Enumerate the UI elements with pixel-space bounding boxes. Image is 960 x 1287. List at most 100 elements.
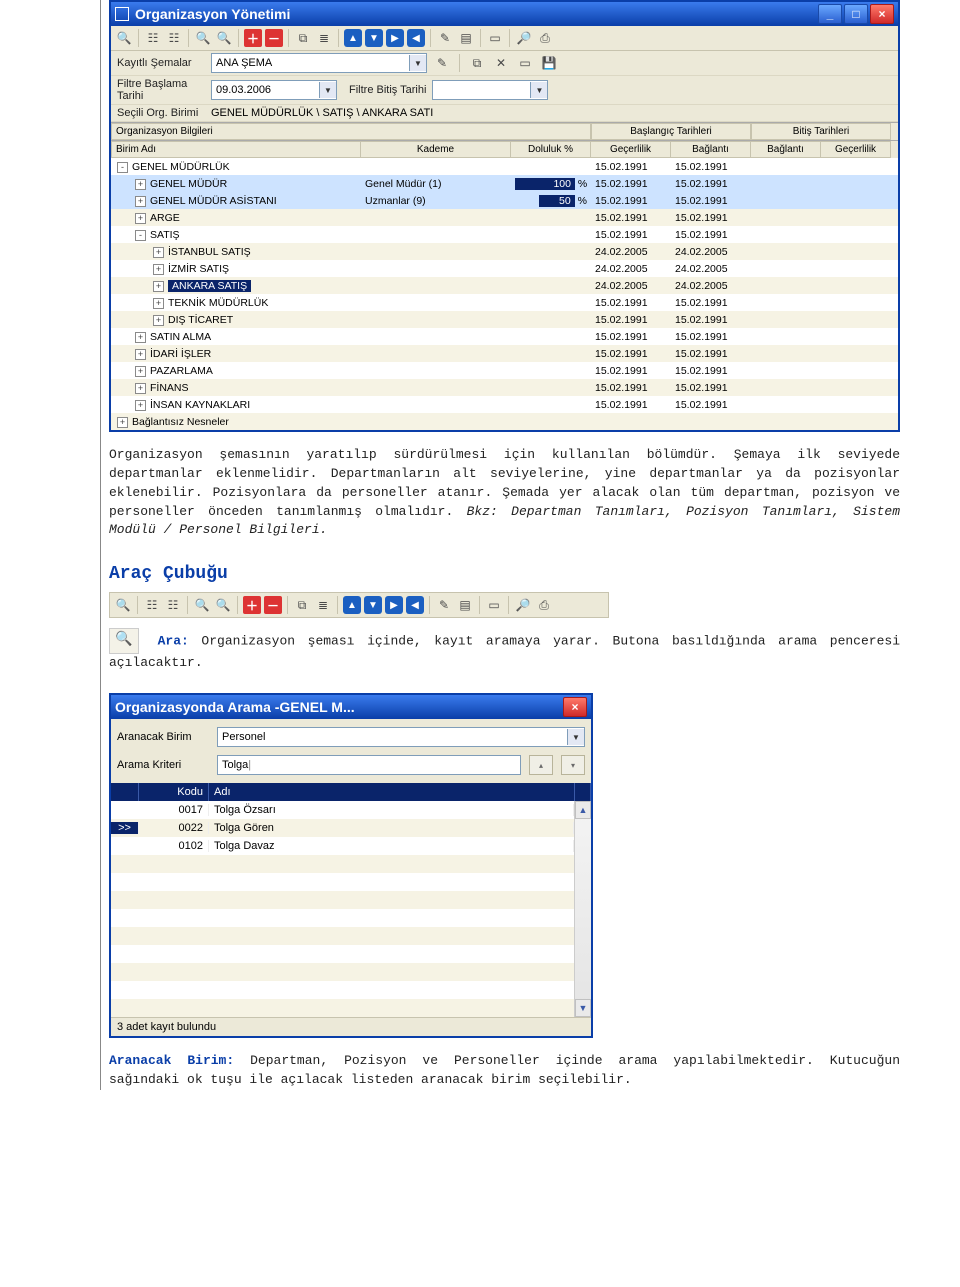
tree-icon[interactable]: ☷ — [144, 29, 162, 47]
copy-icon[interactable]: ⧉ — [294, 29, 312, 47]
nav-right-icon: ▶ — [385, 596, 403, 614]
table-row[interactable] — [111, 981, 574, 999]
edit-icon[interactable]: ✎ — [436, 29, 454, 47]
table-row[interactable]: +İNSAN KAYNAKLARI15.02.199115.02.1991 — [111, 396, 898, 413]
print-icon[interactable]: ⎙ — [536, 29, 554, 47]
close-button[interactable]: × — [563, 697, 587, 717]
col-gecerlilik2[interactable]: Geçerlilik — [821, 141, 891, 158]
table-row[interactable]: +TEKNİK MÜDÜRLÜK15.02.199115.02.1991 — [111, 294, 898, 311]
find-icon[interactable]: 🔎 — [515, 29, 533, 47]
results-body[interactable]: 0017Tolga Özsarı>>0022Tolga Gören0102Tol… — [111, 801, 591, 1017]
sort-desc-button[interactable]: ▾ — [561, 755, 585, 775]
list-icon[interactable]: ≣ — [315, 29, 333, 47]
titlebar[interactable]: Organizasyonda Arama -GENEL M... × — [111, 695, 591, 719]
table-row[interactable] — [111, 855, 574, 873]
table-row[interactable]: 0102Tolga Davaz — [111, 837, 574, 855]
table-row[interactable]: +GENEL MÜDÜR ASİSTANIUzmanlar (9)50 %15.… — [111, 192, 898, 209]
sort-asc-button[interactable]: ▴ — [529, 755, 553, 775]
new-window-icon[interactable]: ▭ — [516, 54, 534, 72]
expand-icon[interactable]: + — [135, 400, 146, 411]
nav-up-button[interactable]: ▲ — [344, 29, 362, 47]
search-icon: 🔍 — [109, 628, 139, 654]
zoom-out-icon[interactable]: 🔍 — [215, 29, 233, 47]
table-row[interactable]: >>0022Tolga Gören — [111, 819, 574, 837]
expand-icon[interactable]: + — [135, 349, 146, 360]
expand-icon[interactable]: - — [135, 230, 146, 241]
schema-select[interactable]: ANA ŞEMA▼ — [211, 53, 427, 73]
table-row[interactable]: +ARGE15.02.199115.02.1991 — [111, 209, 898, 226]
table-row[interactable] — [111, 945, 574, 963]
scroll-down-icon[interactable]: ▼ — [575, 999, 591, 1017]
col-kademe[interactable]: Kademe — [361, 141, 511, 158]
expand-icon[interactable]: + — [135, 366, 146, 377]
expand-icon[interactable]: + — [135, 213, 146, 224]
nav-down-button[interactable]: ▼ — [365, 29, 383, 47]
table-row[interactable]: +GENEL MÜDÜRGenel Müdür (1)100 %15.02.19… — [111, 175, 898, 192]
minimize-button[interactable]: _ — [818, 4, 842, 24]
start-date-field[interactable]: 09.03.2006▼ — [211, 80, 337, 100]
titlebar[interactable]: Organizasyon Yönetimi _ □ × — [111, 2, 898, 26]
table-row[interactable]: +İZMİR SATIŞ24.02.200524.02.2005 — [111, 260, 898, 277]
col-doluluk[interactable]: Doluluk % — [511, 141, 591, 158]
table-row[interactable]: +İSTANBUL SATIŞ24.02.200524.02.2005 — [111, 243, 898, 260]
table-row[interactable]: 0017Tolga Özsarı — [111, 801, 574, 819]
close-button[interactable]: × — [870, 4, 894, 24]
users-icon[interactable]: ☷ — [165, 29, 183, 47]
search-unit-select[interactable]: Personel▼ — [217, 727, 585, 747]
table-row[interactable] — [111, 927, 574, 945]
expand-icon[interactable]: + — [153, 247, 164, 258]
remove-button[interactable]: － — [265, 29, 283, 47]
chevron-down-icon[interactable]: ▼ — [409, 55, 426, 71]
nav-right-button[interactable]: ▶ — [386, 29, 404, 47]
zoom-in-icon[interactable]: 🔍 — [194, 29, 212, 47]
save-icon[interactable]: 💾 — [540, 54, 558, 72]
grid-body[interactable]: -GENEL MÜDÜRLÜK15.02.199115.02.1991+GENE… — [111, 158, 898, 430]
search-criteria-input[interactable]: Tolga| — [217, 755, 521, 775]
note-icon[interactable]: ▤ — [457, 29, 475, 47]
nav-left-button[interactable]: ◀ — [407, 29, 425, 47]
table-row[interactable]: -SATIŞ15.02.199115.02.1991 — [111, 226, 898, 243]
expand-icon[interactable]: + — [135, 179, 146, 190]
expand-icon[interactable]: + — [153, 315, 164, 326]
expand-icon[interactable]: - — [117, 162, 128, 173]
table-row[interactable]: +Bağlantısız Nesneler — [111, 413, 898, 430]
maximize-button[interactable]: □ — [844, 4, 868, 24]
window-icon[interactable]: ▭ — [486, 29, 504, 47]
expand-icon[interactable]: + — [153, 281, 164, 292]
col-baglanti2[interactable]: Bağlantı — [751, 141, 821, 158]
scroll-up-icon[interactable]: ▲ — [575, 801, 591, 819]
chevron-down-icon[interactable]: ▼ — [567, 729, 584, 745]
table-row[interactable]: +PAZARLAMA15.02.199115.02.1991 — [111, 362, 898, 379]
table-row[interactable]: +ANKARA SATIŞ24.02.200524.02.2005 — [111, 277, 898, 294]
delete-schema-icon[interactable]: ✕ — [492, 54, 510, 72]
search-icon[interactable]: 🔍 — [115, 29, 133, 47]
table-row[interactable] — [111, 963, 574, 981]
col-baglanti[interactable]: Bağlantı — [671, 141, 751, 158]
col-name[interactable]: Birim Adı — [111, 141, 361, 158]
expand-icon[interactable]: + — [153, 264, 164, 275]
copy-schema-icon[interactable]: ⧉ — [468, 54, 486, 72]
scrollbar[interactable]: ▲ ▼ — [574, 801, 591, 1017]
edit-schema-icon[interactable]: ✎ — [433, 54, 451, 72]
expand-icon[interactable]: + — [135, 196, 146, 207]
expand-icon[interactable]: + — [135, 383, 146, 394]
table-row[interactable] — [111, 909, 574, 927]
expand-icon[interactable]: + — [135, 332, 146, 343]
table-row[interactable] — [111, 999, 574, 1017]
col-adi[interactable]: Adı — [209, 783, 575, 801]
table-row[interactable] — [111, 891, 574, 909]
expand-icon[interactable]: + — [153, 298, 164, 309]
end-date-field[interactable]: ▼ — [432, 80, 548, 100]
table-row[interactable]: +DIŞ TİCARET15.02.199115.02.1991 — [111, 311, 898, 328]
expand-icon[interactable]: + — [117, 417, 128, 428]
table-row[interactable]: +İDARİ İŞLER15.02.199115.02.1991 — [111, 345, 898, 362]
col-kodu[interactable]: Kodu — [139, 783, 209, 801]
table-row[interactable]: -GENEL MÜDÜRLÜK15.02.199115.02.1991 — [111, 158, 898, 175]
col-gecerlilik[interactable]: Geçerlilik — [591, 141, 671, 158]
table-row[interactable] — [111, 873, 574, 891]
add-button[interactable]: ＋ — [244, 29, 262, 47]
chevron-down-icon[interactable]: ▼ — [319, 82, 336, 98]
chevron-down-icon[interactable]: ▼ — [530, 82, 547, 98]
table-row[interactable]: +FİNANS15.02.199115.02.1991 — [111, 379, 898, 396]
table-row[interactable]: +SATIN ALMA15.02.199115.02.1991 — [111, 328, 898, 345]
